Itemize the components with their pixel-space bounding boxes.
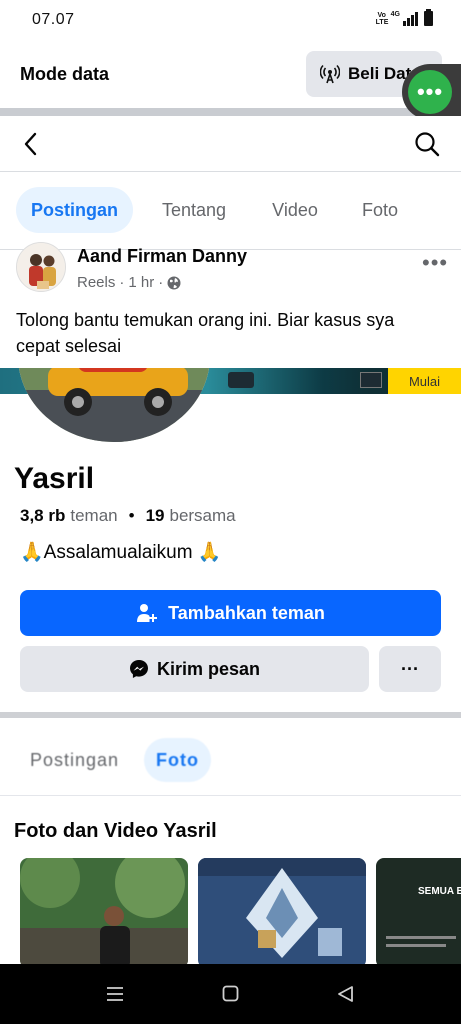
post-author[interactable]: Aand Firman Danny [77, 246, 247, 267]
shared-profile-photo [18, 368, 210, 442]
post-header: Aand Firman Danny Reels · 1 hr · ••• [0, 242, 461, 302]
shared-profile-tabs: Postingan Foto [0, 718, 461, 796]
photo-thumbnail [20, 858, 188, 964]
profile-tabs: Postingan Tentang Video Foto [0, 172, 461, 250]
photo-thumbnail-image [20, 858, 188, 964]
stats-separator: • [128, 506, 135, 525]
shared-profile-name: Yasril [14, 462, 95, 495]
cover-start-button: Mulai [388, 368, 461, 394]
banner-divider [0, 108, 461, 116]
shared-profile-stats: 3,8 rb teman • 19 bersama [20, 506, 236, 526]
photos-section-title: Foto dan Video Yasril [14, 820, 217, 842]
status-time: 07.07 [32, 11, 75, 28]
photo-thumbnail [198, 858, 366, 964]
game-hud-icon [360, 372, 382, 388]
inner-tab-foto: Foto [144, 738, 211, 782]
more-dots-icon: ••• [416, 79, 444, 104]
floating-chat-bubble[interactable]: ••• [408, 70, 452, 114]
system-navigation-bar [0, 964, 461, 1024]
friends-count: 3,8 rb [20, 506, 66, 525]
broadcast-icon [320, 64, 340, 84]
photo-thumbnail-image: SEMUA BISA BE [376, 858, 461, 964]
meta-separator: · [119, 274, 125, 291]
globe-icon [167, 276, 181, 289]
post-options-icon[interactable]: ••• [422, 250, 448, 276]
post-text: Tolong bantu temukan orang ini. Biar kas… [16, 310, 395, 356]
shared-profile-bio: 🙏Assalamualaikum 🙏 [20, 542, 222, 563]
signal-icon [403, 12, 418, 26]
mutual-label: bersama [169, 506, 236, 525]
send-message-button: Kirim pesan [20, 646, 369, 692]
battery-icon [424, 9, 433, 26]
top-nav-bar [0, 116, 461, 172]
friends-label: teman [70, 506, 118, 525]
tab-postingan[interactable]: Postingan [16, 187, 133, 233]
more-options-button: ··· [379, 646, 441, 692]
photo-thumbnail-image [198, 858, 366, 964]
tab-foto[interactable]: Foto [348, 187, 412, 233]
network-type-label: 4G [390, 11, 400, 18]
home-icon[interactable] [222, 985, 239, 1002]
volte-icon: Vo LTE [375, 12, 389, 26]
author-avatar[interactable] [16, 242, 66, 292]
mutual-count: 19 [145, 506, 165, 525]
search-icon[interactable] [413, 130, 441, 158]
post-type[interactable]: Reels [77, 274, 115, 291]
post-meta: Reels · 1 hr · [77, 274, 181, 291]
thumb-text: SEMUA BISA BE [418, 886, 461, 897]
post-time[interactable]: 1 hr [128, 274, 154, 291]
meta-separator: · [158, 274, 164, 291]
back-nav-icon[interactable] [337, 985, 354, 1003]
data-mode-label: Mode data [20, 64, 110, 84]
add-friend-button: Tambahkan teman [20, 590, 441, 636]
recent-apps-icon[interactable] [106, 986, 124, 1002]
avatar-image [17, 243, 65, 291]
messenger-icon [129, 660, 148, 678]
tab-video[interactable]: Video [258, 187, 332, 233]
back-arrow-icon[interactable] [18, 130, 46, 158]
shared-profile-screenshot[interactable]: Mulai Yasril 3,8 rb teman • 19 bersama 🙏… [0, 368, 461, 964]
send-message-label: Kirim pesan [156, 658, 261, 679]
game-hud-icon [228, 372, 254, 388]
tab-tentang[interactable]: Tentang [148, 187, 240, 233]
status-bar: 07.07 Vo LTE 4G [0, 0, 461, 40]
car-image [18, 368, 210, 442]
add-friend-icon [137, 604, 158, 622]
add-friend-label: Tambahkan teman [168, 602, 325, 623]
floating-chat-bubble-tray: ••• [402, 64, 461, 120]
inner-tab-postingan: Postingan [30, 749, 120, 770]
status-icons: Vo LTE 4G [375, 9, 433, 26]
photo-thumbnail: SEMUA BISA BE [376, 858, 461, 964]
